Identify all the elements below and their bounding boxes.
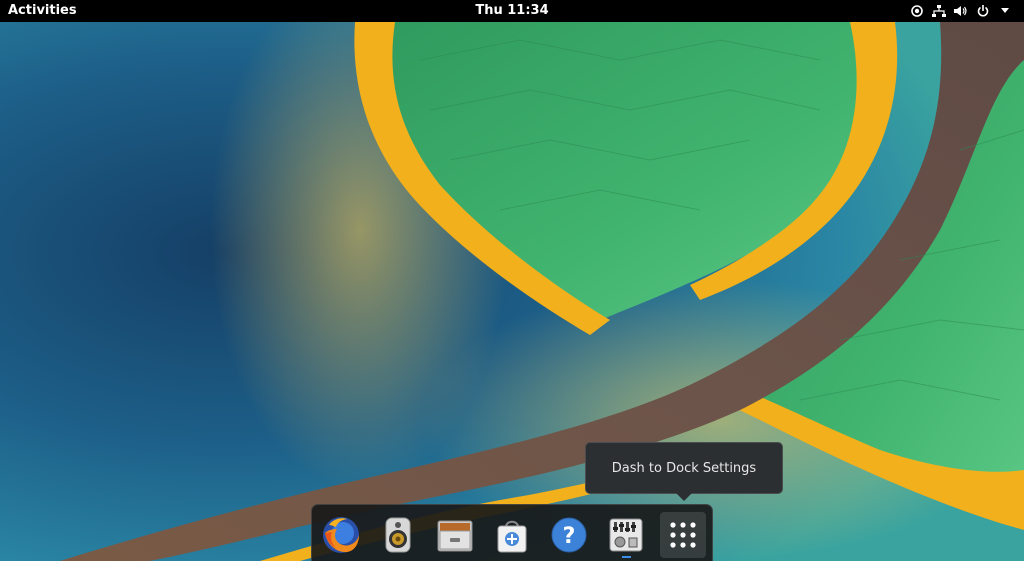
- top-bar: Activities Thu 11:34: [0, 0, 1024, 22]
- show-applications-icon: [670, 522, 696, 548]
- accessibility-icon[interactable]: [906, 0, 928, 22]
- tooltip-arrow: [676, 493, 692, 501]
- file-cabinet-icon: [437, 520, 473, 552]
- dock-item-software[interactable]: [489, 512, 535, 558]
- desktop-wallpaper: [0, 0, 1024, 561]
- tooltip-text: Dash to Dock Settings: [611, 460, 757, 476]
- dock-item-settings[interactable]: [603, 512, 649, 558]
- svg-text:?: ?: [563, 524, 576, 549]
- dock-item-help[interactable]: ?: [546, 512, 592, 558]
- network-wired-icon[interactable]: [928, 0, 950, 22]
- dock: ?: [311, 504, 713, 561]
- dock-item-speaker-app[interactable]: [375, 512, 421, 558]
- chevron-down-icon[interactable]: [994, 0, 1016, 22]
- speaker-app-icon: [385, 517, 411, 553]
- power-icon[interactable]: [972, 0, 994, 22]
- system-tray[interactable]: [906, 0, 1016, 22]
- settings-mixer-icon: [609, 518, 643, 552]
- clock-button[interactable]: Thu 11:34: [475, 3, 548, 18]
- firefox-icon: [323, 517, 359, 553]
- dock-item-firefox[interactable]: [318, 512, 364, 558]
- activities-button[interactable]: Activities: [8, 2, 77, 20]
- clock-container: Thu 11:34: [0, 2, 1024, 20]
- dock-tooltip: Dash to Dock Settings: [585, 442, 783, 494]
- software-store-icon: [497, 520, 527, 553]
- dock-item-files[interactable]: [432, 512, 478, 558]
- help-icon: ?: [551, 517, 587, 553]
- volume-icon[interactable]: [950, 0, 972, 22]
- show-applications-button[interactable]: [660, 512, 706, 558]
- running-indicator: [622, 556, 631, 558]
